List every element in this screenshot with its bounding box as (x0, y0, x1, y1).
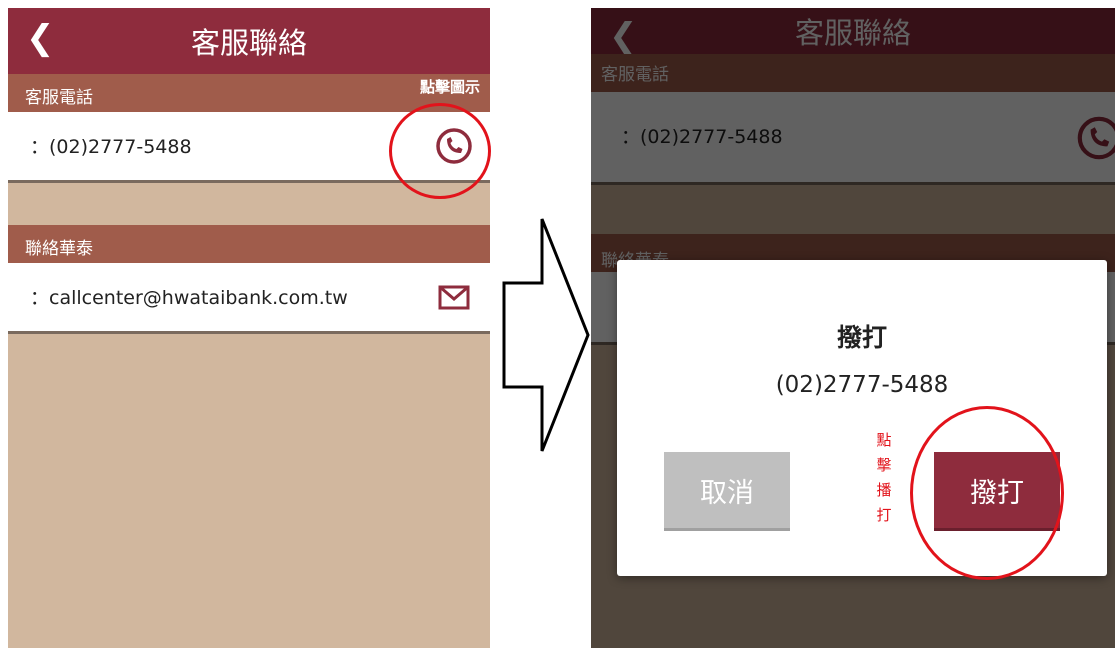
phone-number: ：(02)2777-5488 (30, 136, 192, 158)
email-row[interactable]: ：callcenter@hwataibank.com.tw (8, 263, 490, 334)
section-header-contact: 聯絡華泰 (8, 225, 490, 263)
highlight-circle-phone-icon (389, 103, 491, 199)
mail-icon[interactable] (434, 277, 474, 317)
cancel-button[interactable]: 取消 (664, 452, 790, 531)
section-label-phone: 客服電話 (25, 88, 93, 108)
section-label-contact: 聯絡華泰 (25, 239, 93, 259)
section-header-phone: 客服電話 點擊圖示 (8, 74, 490, 112)
app-screen-before: ❮ 客服聯絡 客服電話 點擊圖示 ：(02)2777-5488 聯絡華泰 ：ca… (8, 8, 490, 648)
dialog-title: 撥打 (836, 323, 887, 352)
app-header: ❮ 客服聯絡 (8, 8, 490, 74)
email-address: ：callcenter@hwataibank.com.tw (30, 287, 348, 309)
annotation-hint: 點擊圖示 (419, 78, 480, 96)
highlight-circle-call-button (910, 406, 1064, 580)
page-title: 客服聯絡 (190, 26, 307, 60)
dialog-phone-number: (02)2777-5488 (775, 372, 949, 398)
arrow-right-icon (502, 218, 590, 452)
annotation-side-hint: 點擊播打 (876, 431, 892, 524)
